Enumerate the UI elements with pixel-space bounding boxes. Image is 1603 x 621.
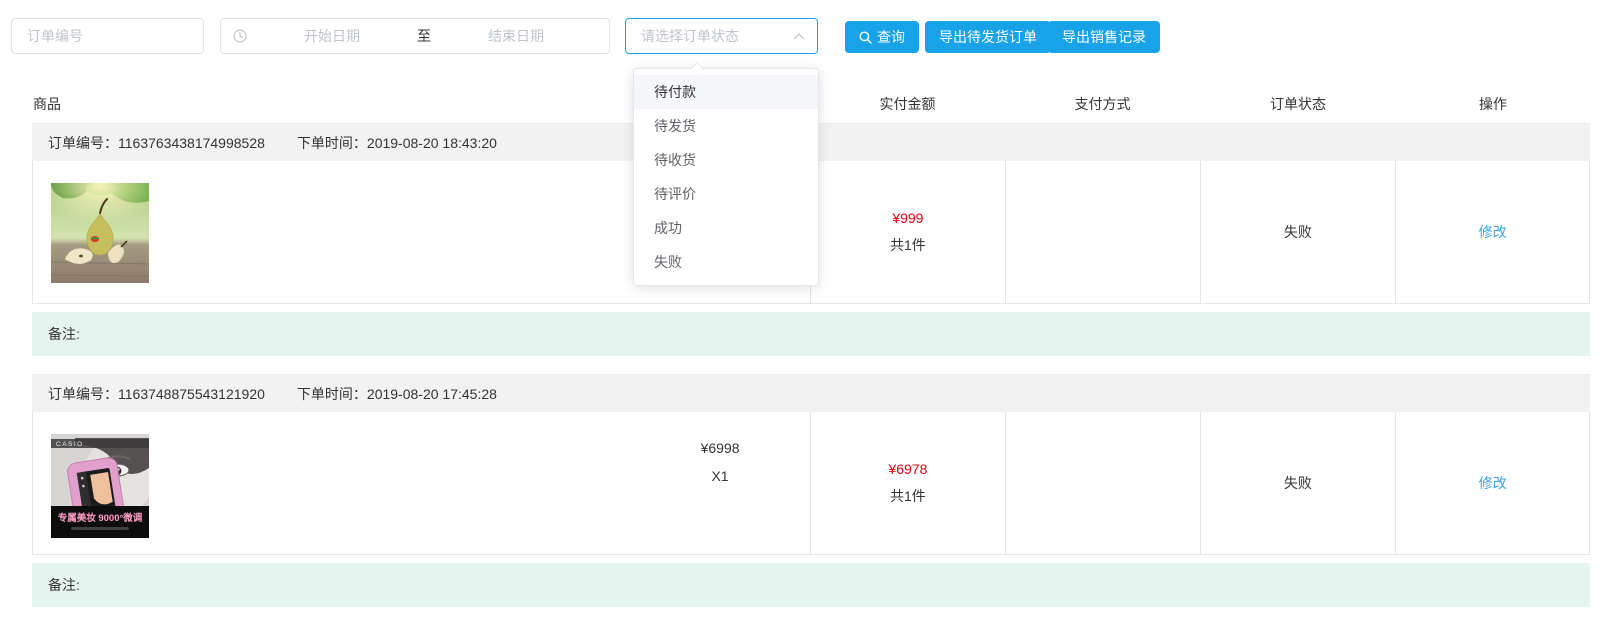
order-status: 失败 bbox=[1284, 473, 1312, 493]
order-time-text: 下单时间：2019-08-20 18:43:20 bbox=[297, 133, 497, 153]
product-image-casio-camera: CASIO 专属美妆 9000°微调 bbox=[51, 434, 149, 538]
order-number-input[interactable] bbox=[11, 18, 204, 54]
product-cell: CASIO 专属美妆 9000°微调 ¥6998 X1 bbox=[33, 412, 810, 554]
status-option-pending-review[interactable]: 待评价 bbox=[634, 177, 818, 211]
order-block: 订单编号：1163748875543121920 下单时间：2019-08-20… bbox=[32, 374, 1590, 607]
column-header-paid-amount: 实付金额 bbox=[810, 94, 1005, 114]
payment-method-cell bbox=[1005, 161, 1200, 303]
order-status: 失败 bbox=[1284, 222, 1312, 242]
column-header-payment-method: 支付方式 bbox=[1005, 94, 1200, 114]
paid-amount-cell: ¥6978 共1件 bbox=[810, 412, 1005, 554]
clock-icon bbox=[233, 29, 247, 43]
unit-price: ¥6998 bbox=[660, 434, 780, 462]
status-option-pending-receipt[interactable]: 待收货 bbox=[634, 143, 818, 177]
unit-price-block: ¥6998 X1 bbox=[660, 434, 780, 490]
order-number-text: 订单编号：1163748875543121920 bbox=[48, 384, 265, 404]
search-button[interactable]: 查询 bbox=[845, 21, 919, 53]
search-icon bbox=[859, 31, 872, 44]
product-image-pear bbox=[51, 183, 149, 283]
modify-link[interactable]: 修改 bbox=[1479, 222, 1507, 242]
remark-row: 备注: bbox=[32, 312, 1590, 356]
remark-row: 备注: bbox=[32, 563, 1590, 607]
order-status-placeholder: 请选择订单状态 bbox=[641, 26, 793, 46]
paid-count: 共1件 bbox=[890, 235, 926, 255]
action-cell: 修改 bbox=[1395, 161, 1589, 303]
order-status-dropdown: 待付款 待发货 待收货 待评价 成功 失败 bbox=[633, 68, 819, 286]
status-option-failed[interactable]: 失败 bbox=[634, 245, 818, 279]
order-row: CASIO 专属美妆 9000°微调 ¥6998 X1 bbox=[32, 412, 1590, 555]
order-status-cell: 失败 bbox=[1200, 412, 1396, 554]
payment-method-cell bbox=[1005, 412, 1200, 554]
remark-label: 备注: bbox=[48, 575, 80, 595]
chevron-up-icon bbox=[793, 32, 805, 40]
paid-count: 共1件 bbox=[890, 486, 926, 506]
column-header-order-status: 订单状态 bbox=[1200, 94, 1396, 114]
paid-amount-cell: ¥999 共1件 bbox=[810, 161, 1005, 303]
export-sales-records-button[interactable]: 导出销售记录 bbox=[1048, 21, 1160, 53]
order-status-cell: 失败 bbox=[1200, 161, 1396, 303]
action-cell: 修改 bbox=[1395, 412, 1589, 554]
export-pending-orders-button[interactable]: 导出待发货订单 bbox=[925, 21, 1051, 53]
date-range-picker[interactable]: 至 bbox=[220, 18, 610, 54]
order-time-text: 下单时间：2019-08-20 17:45:28 bbox=[297, 384, 497, 404]
paid-amount: ¥6978 bbox=[888, 461, 927, 477]
order-header-bar: 订单编号：1163748875543121920 下单时间：2019-08-20… bbox=[32, 374, 1590, 412]
unit-quantity: X1 bbox=[660, 462, 780, 490]
order-status-select[interactable]: 请选择订单状态 bbox=[625, 18, 818, 54]
search-button-label: 查询 bbox=[877, 27, 905, 47]
svg-text:CASIO: CASIO bbox=[56, 441, 84, 448]
status-option-success[interactable]: 成功 bbox=[634, 211, 818, 245]
modify-link[interactable]: 修改 bbox=[1479, 473, 1507, 493]
svg-text:专属美妆 9000°微调: 专属美妆 9000°微调 bbox=[58, 512, 143, 524]
status-option-pending-shipment[interactable]: 待发货 bbox=[634, 109, 818, 143]
remark-label: 备注: bbox=[48, 324, 80, 344]
start-date-input[interactable] bbox=[251, 27, 413, 45]
end-date-input[interactable] bbox=[435, 27, 597, 45]
order-number-text: 订单编号：1163763438174998528 bbox=[48, 133, 265, 153]
date-range-separator: 至 bbox=[413, 26, 435, 46]
status-option-pending-payment[interactable]: 待付款 bbox=[634, 75, 818, 109]
column-header-action: 操作 bbox=[1396, 94, 1590, 114]
paid-amount: ¥999 bbox=[892, 210, 923, 226]
